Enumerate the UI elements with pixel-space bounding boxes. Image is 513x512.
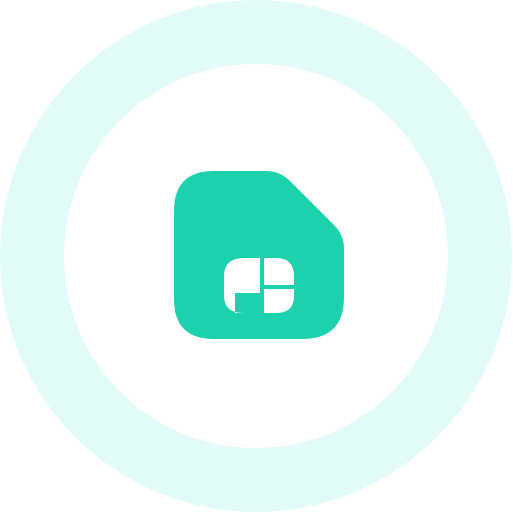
app-launch-screen	[0, 0, 513, 512]
sim-card-icon[interactable]	[174, 171, 344, 339]
icon-card-body	[174, 171, 344, 339]
